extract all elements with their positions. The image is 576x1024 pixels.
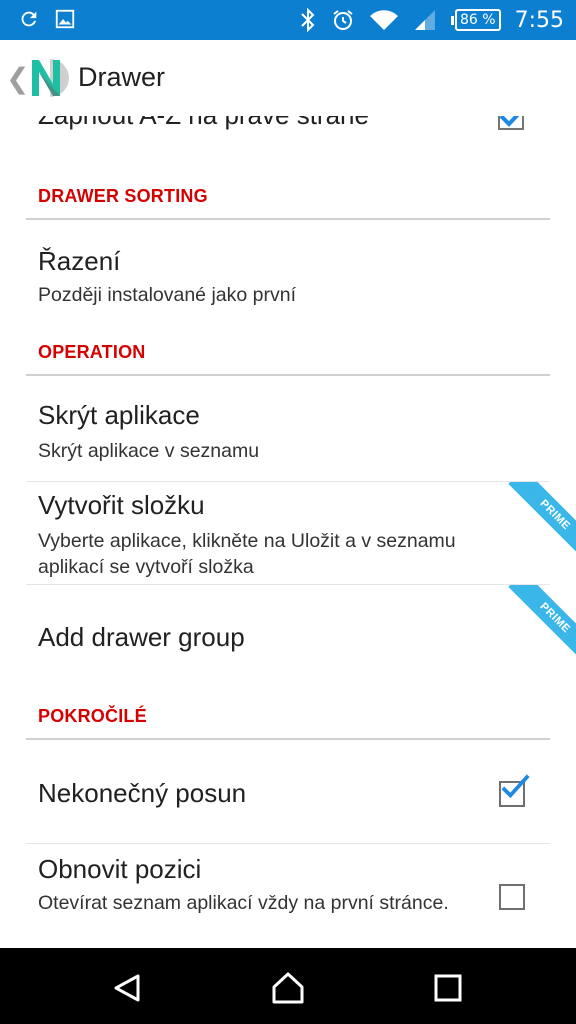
image-icon — [55, 9, 75, 29]
app-logo-icon[interactable] — [28, 56, 72, 100]
section-header-operation: OPERATION — [38, 342, 146, 362]
home-icon[interactable] — [270, 970, 306, 1006]
recents-icon[interactable] — [430, 970, 466, 1006]
sync-icon — [21, 11, 37, 27]
pref-title: Skrýt aplikace — [38, 400, 200, 430]
toolbar-title: Drawer — [78, 62, 166, 92]
row-divider — [26, 843, 550, 844]
signal-icon — [415, 10, 436, 30]
section-divider — [26, 218, 550, 220]
pref-title: Add drawer group — [38, 622, 245, 652]
pref-summary: Vyberte aplikace, klikněte na Uložit a v… — [38, 530, 456, 578]
toolbar: ❮ Drawer — [0, 40, 576, 116]
alarm-icon — [333, 10, 353, 30]
battery-icon: 86 % — [451, 9, 501, 31]
pref-summary: Skrýt aplikace v seznamu — [38, 440, 260, 462]
status-time: 7:55 — [514, 7, 564, 33]
pref-summary: Později instalované jako první — [38, 284, 296, 306]
back-chevron-icon[interactable]: ❮ — [6, 62, 29, 95]
back-icon[interactable] — [110, 970, 146, 1006]
bluetooth-icon — [301, 8, 315, 32]
navigation-bar — [0, 948, 576, 1024]
wifi-icon — [370, 10, 399, 30]
pref-title: Nekonečný posun — [38, 778, 247, 808]
prime-badge: PRIME — [506, 482, 576, 552]
section-header-advanced: POKROČILÉ — [38, 706, 147, 726]
pref-title-az-right: Zapnout A-Z na pravé straně — [38, 116, 369, 131]
section-divider — [26, 374, 550, 376]
row-divider — [26, 584, 550, 585]
preferences-list[interactable]: Zapnout A-Z na pravé straně DRAWER SORTI… — [0, 116, 576, 948]
pref-title: Obnovit pozici — [38, 854, 202, 884]
checkbox-infinite-scroll[interactable] — [499, 774, 530, 807]
pref-title: Řazení — [38, 246, 121, 276]
checkbox-restore-position[interactable] — [499, 884, 525, 910]
status-bar: 86 % 7:55 — [0, 0, 576, 40]
pref-title: Vytvořit složku — [38, 490, 205, 520]
prime-badge: PRIME — [506, 585, 576, 655]
checkbox-az-right[interactable] — [498, 116, 524, 130]
section-divider — [26, 738, 550, 740]
battery-level: 86 % — [455, 9, 501, 31]
row-divider — [26, 481, 550, 482]
section-header-drawer-sorting: DRAWER SORTING — [38, 186, 208, 206]
pref-summary: Otevírat seznam aplikací vždy na první s… — [38, 892, 449, 914]
